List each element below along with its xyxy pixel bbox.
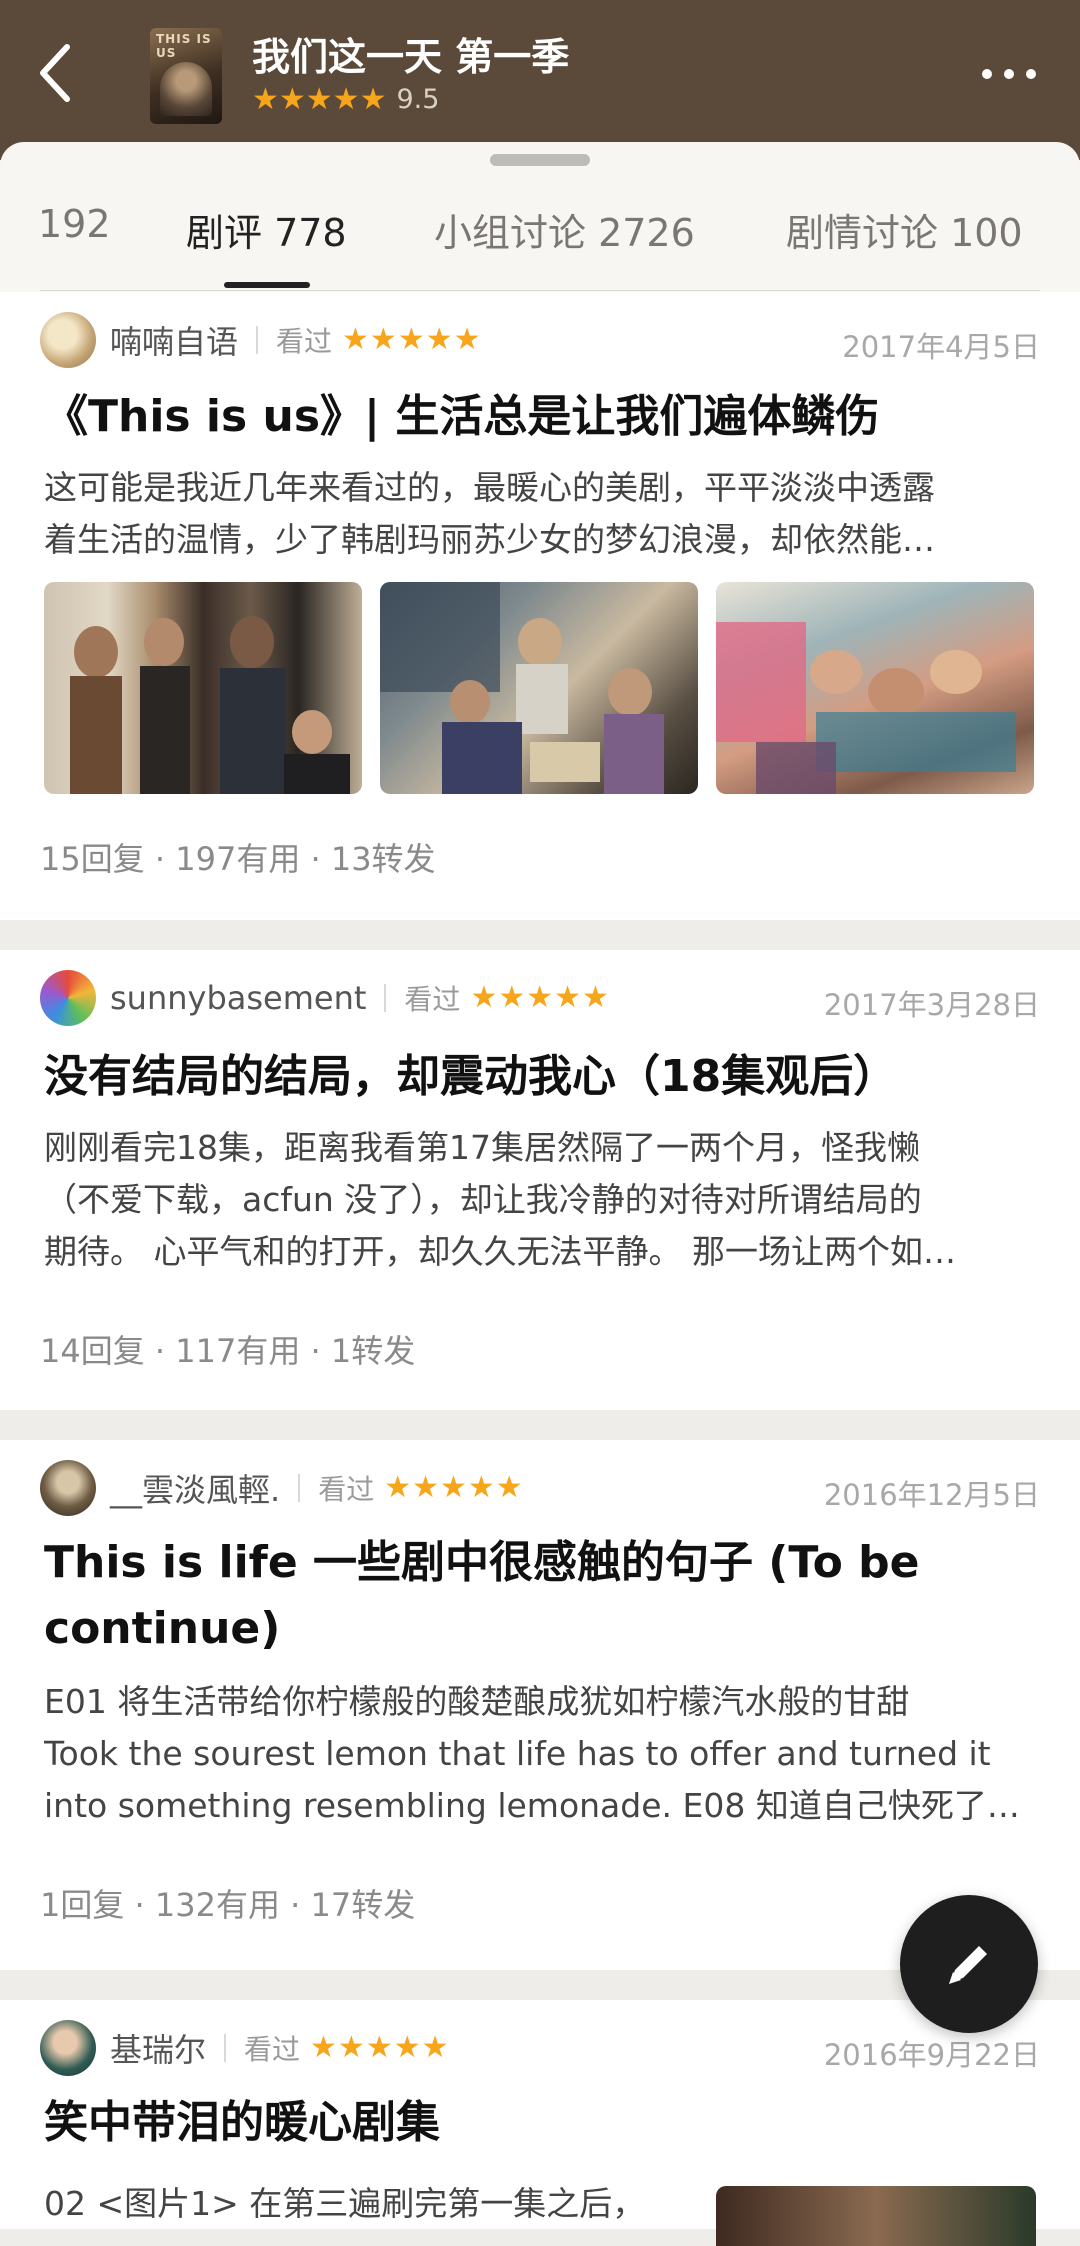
review-stars: ★★★★★: [342, 322, 482, 357]
username[interactable]: __雲淡風輕.: [110, 1465, 280, 1511]
drag-handle[interactable]: [490, 154, 590, 166]
review-excerpt[interactable]: 这可能是我近几年来看过的，最暖心的美剧，平平淡淡中透露 着生活的温情，少了韩剧玛…: [44, 462, 1040, 566]
dot-icon: [1004, 69, 1014, 79]
show-rating: ★★★★★ 9.5: [252, 84, 439, 115]
review-stars: ★★★★★: [310, 2030, 450, 2065]
rating-stars: ★★★★★: [252, 81, 387, 117]
review-image[interactable]: [44, 582, 362, 794]
review-title[interactable]: 笑中带泪的暖心剧集: [44, 2090, 1044, 2156]
divider: [384, 984, 387, 1012]
review-stars: ★★★★★: [384, 1470, 524, 1505]
tab-bar: 192 剧评 778 小组讨论 2726 剧情讨论 100: [0, 202, 1080, 278]
review-image[interactable]: [380, 582, 698, 794]
review-stats: 14回复 · 117有用 · 1转发: [40, 1332, 416, 1370]
divider: [224, 2034, 227, 2062]
review-date: 2017年4月5日: [842, 330, 1040, 364]
tab-divider: [40, 290, 1040, 291]
avatar[interactable]: [40, 312, 96, 368]
review-title[interactable]: 《This is us》| 生活总是让我们遍体鳞伤: [44, 384, 1044, 450]
dot-icon: [1026, 69, 1036, 79]
review-title[interactable]: This is life 一些剧中很感触的句子 (To be continue): [44, 1530, 1044, 1662]
review-date: 2016年9月22日: [823, 2038, 1040, 2072]
review-meta: 喃喃自语 看过 ★★★★★: [40, 312, 482, 368]
review-images: [44, 582, 1034, 794]
review-title[interactable]: 没有结局的结局，却震动我心（18集观后）: [44, 1044, 1044, 1110]
review-stats: 15回复 · 197有用 · 13转发: [40, 840, 436, 878]
active-tab-indicator: [224, 282, 310, 288]
review-image[interactable]: [716, 582, 1034, 794]
pencil-icon: [949, 1946, 987, 1984]
watched-label: 看过: [244, 2033, 301, 2066]
tab-plot-discussion[interactable]: 剧情讨论 100: [786, 202, 1023, 257]
tab-short-review[interactable]: 192: [38, 202, 111, 246]
poster-thumbnail[interactable]: THIS IS US: [150, 28, 222, 124]
watched-label: 看过: [276, 325, 333, 358]
review-card[interactable]: 基瑞尔 看过 ★★★★★ 2016年9月22日 笑中带泪的暖心剧集 02 <图片…: [0, 2000, 1080, 2246]
review-excerpt[interactable]: 02 <图片1> 在第三遍刷完第一集之后，: [44, 2178, 724, 2230]
avatar[interactable]: [40, 2020, 96, 2076]
review-excerpt[interactable]: E01 将生活带给你柠檬般的酸楚酿成犹如柠檬汽水般的甘甜 Took the so…: [44, 1676, 1040, 1832]
review-card[interactable]: 喃喃自语 看过 ★★★★★ 2017年4月5日 《This is us》| 生活…: [0, 292, 1080, 920]
top-header: THIS IS US 我们这一天 第一季 ★★★★★ 9.5: [0, 0, 1080, 160]
review-meta: sunnybasement 看过 ★★★★★: [40, 970, 610, 1026]
poster-text: THIS IS US: [156, 32, 212, 60]
review-excerpt[interactable]: 刚刚看完18集，距离我看第17集居然隔了一两个月，怪我懒 （不爱下载，acfun…: [44, 1122, 1040, 1278]
review-meta: __雲淡風輕. 看过 ★★★★★: [40, 1460, 524, 1516]
more-options-button[interactable]: [974, 56, 1044, 92]
back-button[interactable]: [30, 38, 80, 108]
review-card[interactable]: __雲淡風輕. 看过 ★★★★★ 2016年12月5日 This is life…: [0, 1440, 1080, 1970]
tabs-sheet: 192 剧评 778 小组讨论 2726 剧情讨论 100: [0, 142, 1080, 292]
avatar[interactable]: [40, 1460, 96, 1516]
divider: [298, 1474, 301, 1502]
review-card[interactable]: sunnybasement 看过 ★★★★★ 2017年3月28日 没有结局的结…: [0, 950, 1080, 1410]
watched-label: 看过: [404, 983, 461, 1016]
username[interactable]: 基瑞尔: [110, 2025, 206, 2071]
write-review-button[interactable]: [900, 1895, 1038, 2033]
rating-score: 9.5: [396, 84, 440, 115]
review-date: 2016年12月5日: [823, 1478, 1040, 1512]
tab-group-discussion[interactable]: 小组讨论 2726: [434, 202, 695, 257]
review-stars: ★★★★★: [470, 980, 610, 1015]
review-date: 2017年3月28日: [823, 988, 1040, 1022]
watched-label: 看过: [318, 1473, 375, 1506]
divider: [256, 326, 259, 354]
username[interactable]: sunnybasement: [110, 979, 366, 1017]
review-image[interactable]: [716, 2186, 1036, 2246]
username[interactable]: 喃喃自语: [110, 317, 238, 363]
review-meta: 基瑞尔 看过 ★★★★★: [40, 2020, 450, 2076]
review-stats: 1回复 · 132有用 · 17转发: [40, 1886, 416, 1924]
dot-icon: [982, 69, 992, 79]
show-title: 我们这一天 第一季: [252, 35, 570, 79]
tab-reviews[interactable]: 剧评 778: [186, 202, 347, 257]
chevron-left-icon: [40, 44, 70, 102]
avatar[interactable]: [40, 970, 96, 1026]
